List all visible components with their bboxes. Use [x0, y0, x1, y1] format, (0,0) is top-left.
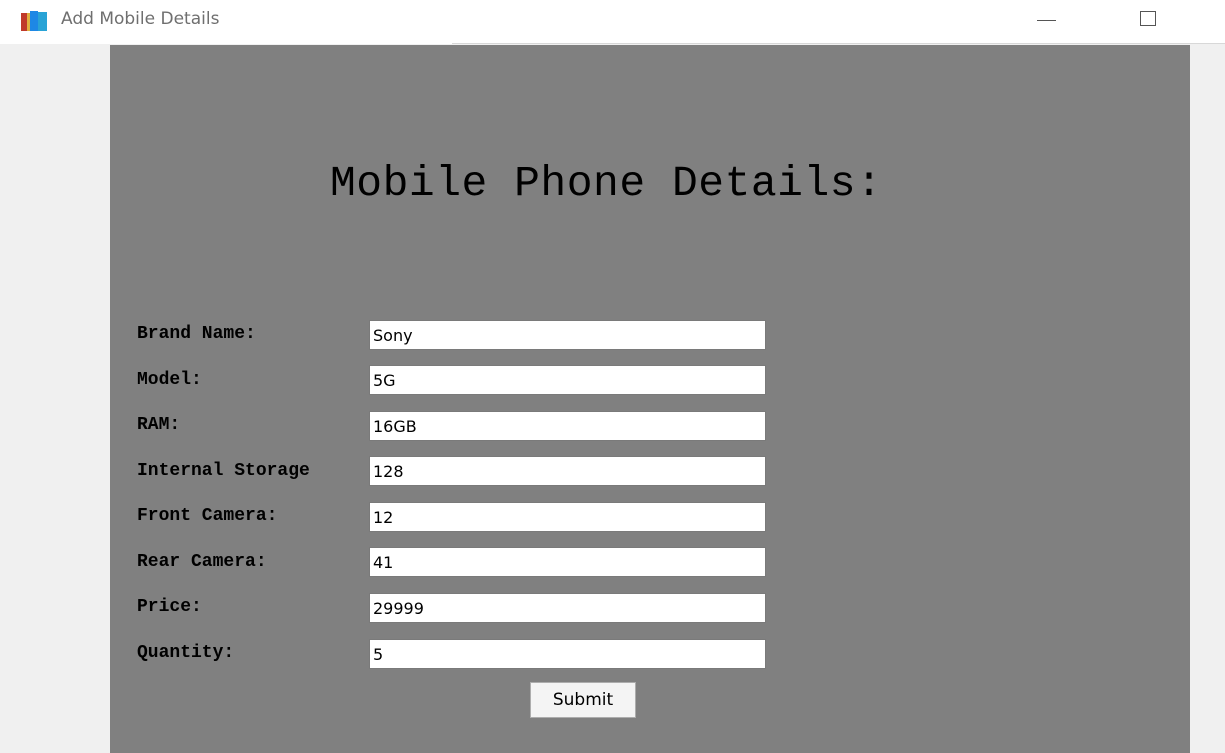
submit-button[interactable]: Submit: [530, 682, 636, 718]
window-title: Add Mobile Details: [61, 9, 220, 29]
minimize-icon: [1037, 20, 1056, 21]
model-input[interactable]: [369, 365, 766, 395]
price-label: Price:: [137, 597, 202, 617]
title-bar[interactable]: Add Mobile Details: [0, 0, 1225, 44]
maximize-button[interactable]: [1131, 0, 1177, 40]
brand-name-input[interactable]: [369, 320, 766, 350]
page-heading: Mobile Phone Details:: [330, 159, 883, 208]
rear-camera-input[interactable]: [369, 547, 766, 577]
front-camera-input[interactable]: [369, 502, 766, 532]
brand-name-label: Brand Name:: [137, 324, 256, 344]
price-input[interactable]: [369, 593, 766, 623]
internal-storage-input[interactable]: [369, 456, 766, 486]
form-panel: Mobile Phone Details: Brand Name: Model:…: [110, 45, 1190, 753]
books-app-icon: [21, 11, 47, 31]
ram-input[interactable]: [369, 411, 766, 441]
title-bar-divider: [452, 43, 1225, 44]
minimize-button[interactable]: [1023, 0, 1069, 40]
ram-label: RAM:: [137, 415, 181, 435]
quantity-input[interactable]: [369, 639, 766, 669]
model-label: Model:: [137, 370, 202, 390]
maximize-icon: [1140, 11, 1156, 26]
quantity-label: Quantity:: [137, 643, 235, 663]
internal-storage-label: Internal Storage: [137, 461, 310, 481]
rear-camera-label: Rear Camera:: [137, 552, 267, 572]
front-camera-label: Front Camera:: [137, 506, 278, 526]
